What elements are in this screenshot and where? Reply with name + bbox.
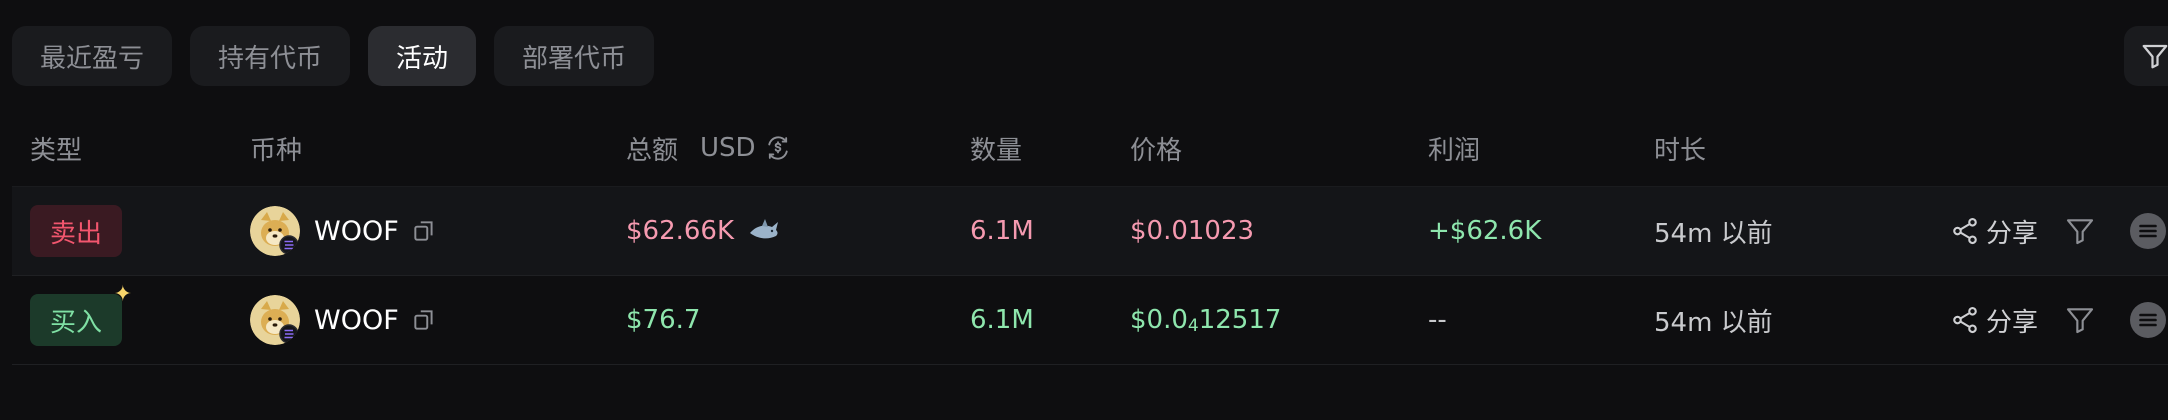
type-cell: 买入 ✦ [30, 276, 132, 364]
filter-icon [2066, 219, 2094, 245]
copy-icon[interactable] [411, 218, 437, 244]
header-profit: 利润 [1428, 135, 1481, 166]
row-more-button[interactable] [2130, 302, 2167, 338]
type-cell: 卖出 [30, 187, 123, 275]
currency-toggle[interactable]: USD [700, 133, 792, 163]
filter-icon [2066, 308, 2094, 334]
table-row: 卖出 WOOF $62.66K 6.1M $0.01023 +$62.6K 54… [12, 186, 2168, 276]
share-button[interactable]: 分享 [1950, 213, 2038, 250]
price-cell: $0.0 4 12517 [1130, 276, 1281, 364]
total-cell: $62.66K [626, 187, 780, 275]
tab-deployed-tokens[interactable]: 部署代币 [494, 26, 655, 86]
menu-circle-icon [2130, 213, 2167, 249]
price-main: $0.01023 [1130, 216, 1255, 246]
total-value: $62.66K [626, 216, 735, 246]
woof-token-avatar[interactable] [250, 206, 300, 256]
filter-icon [2142, 44, 2168, 69]
profit-cell: +$62.6K [1428, 216, 1542, 246]
activity-panel: 最近盈亏 持有代币 活动 部署代币 类型 币种 总额 USD 数量 价格 利润 … [0, 0, 2168, 420]
price-zero-count: 4 [1187, 316, 1199, 336]
price-tail: 12517 [1198, 305, 1282, 335]
duration-cell: 54m 以前 [1654, 218, 1773, 249]
share-label: 分享 [1986, 307, 2039, 338]
token-symbol[interactable]: WOOF [314, 216, 399, 247]
header-price: 价格 [1130, 135, 1183, 166]
table-header: 类型 币种 总额 USD 数量 价格 利润 时长 [0, 128, 2168, 168]
total-value: $76.7 [626, 305, 701, 335]
token-cell: WOOF [250, 187, 437, 275]
sell-badge: 卖出 [30, 205, 123, 257]
amount-cell: 6.1M [970, 305, 1034, 335]
buy-label: 买入 [50, 307, 103, 338]
row-filter-button[interactable] [2064, 304, 2096, 336]
tab-activity[interactable]: 活动 [368, 26, 477, 86]
token-symbol[interactable]: WOOF [314, 305, 399, 336]
menu-circle-icon [2130, 302, 2167, 338]
header-duration: 时长 [1654, 135, 1707, 166]
header-token: 币种 [250, 135, 303, 166]
header-total: 总额 USD [626, 128, 792, 168]
row-more-button[interactable] [2130, 213, 2167, 249]
table-row: 买入 ✦ WOOF $76.7 6.1M $0.0 4 12517 -- 54m… [12, 276, 2168, 365]
price-cell: $0.01023 [1130, 187, 1254, 275]
woof-token-avatar[interactable] [250, 295, 300, 345]
tab-bar: 最近盈亏 持有代币 活动 部署代币 [12, 26, 655, 86]
duration-cell: 54m 以前 [1654, 307, 1773, 338]
amount-cell: 6.1M [970, 216, 1034, 246]
shark-icon [750, 219, 779, 239]
filter-button[interactable] [2124, 26, 2168, 86]
buy-badge: 买入 ✦ [30, 282, 132, 346]
header-total-label: 总额 [626, 135, 679, 166]
row-actions: 分享 [1950, 276, 2167, 364]
share-icon [1953, 217, 1977, 245]
share-button[interactable]: 分享 [1950, 302, 2038, 339]
tab-holdings[interactable]: 持有代币 [190, 26, 351, 86]
profit-cell: -- [1428, 305, 1447, 335]
row-actions: 分享 [1950, 187, 2167, 275]
price-main: $0.0 [1130, 305, 1188, 335]
header-amount: 数量 [970, 135, 1023, 166]
share-icon [1953, 306, 1977, 334]
total-cell: $76.7 [626, 276, 700, 364]
share-label: 分享 [1986, 218, 2039, 249]
header-type: 类型 [30, 135, 83, 166]
currency-label: USD [700, 133, 756, 163]
currency-switch-icon [767, 136, 788, 160]
tab-recent-pnl[interactable]: 最近盈亏 [12, 26, 173, 86]
sparkle-icon: ✦ [113, 282, 133, 307]
token-cell: WOOF [250, 276, 437, 364]
row-filter-button[interactable] [2064, 215, 2096, 247]
copy-icon[interactable] [411, 307, 437, 333]
